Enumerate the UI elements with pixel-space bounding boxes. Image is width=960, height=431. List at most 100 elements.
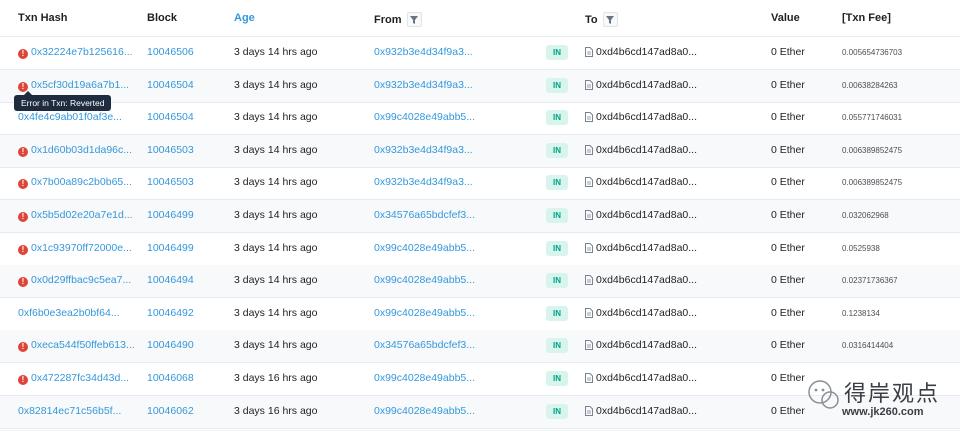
contract-icon xyxy=(585,405,593,416)
txn-hash-link[interactable]: 0x82814ec71c56b5f... xyxy=(18,405,121,417)
txn-hash-cell: 0xf6b0e3ea2b0bf64... xyxy=(18,307,120,319)
block-link[interactable]: 10046499 xyxy=(147,209,194,221)
txn-hash-link[interactable]: 0x5b5d02e20a7e1d... xyxy=(31,209,133,221)
header-txn-hash: Txn Hash xyxy=(18,12,68,24)
contract-icon xyxy=(585,373,593,383)
direction-badge: IN xyxy=(546,175,568,191)
to-address-cell: 0xd4b6cd147ad8a0... xyxy=(585,176,697,188)
to-address-text: 0xd4b6cd147ad8a0... xyxy=(596,306,698,319)
error-icon[interactable]: ! xyxy=(18,49,28,59)
txn-hash-link[interactable]: 0xf6b0e3ea2b0bf64... xyxy=(18,307,120,319)
block-link[interactable]: 10046503 xyxy=(147,144,194,156)
header-value: Value xyxy=(771,12,800,24)
filter-icon[interactable] xyxy=(406,12,422,27)
block-link[interactable]: 10046494 xyxy=(147,274,194,286)
txn-hash-link[interactable]: 0x0d29ffbac9c5ea7... xyxy=(31,274,131,286)
txn-hash-link[interactable]: 0x1c93970ff72000e... xyxy=(31,242,132,254)
contract-icon xyxy=(585,47,593,57)
block-link[interactable]: 10046506 xyxy=(147,46,194,58)
txn-fee-cell: 0.005654736703 xyxy=(842,48,903,57)
value-cell: 0 Ether xyxy=(771,306,805,319)
txn-fee-cell: 0.055771746031 xyxy=(842,113,903,123)
txn-hash-link[interactable]: 0x1d60b03d1da96c... xyxy=(31,144,132,156)
from-address-link[interactable]: 0x99c4028e49abb5... xyxy=(374,111,475,123)
block-link[interactable]: 10046504 xyxy=(147,79,194,91)
txn-fee-cell: 0.032062968 xyxy=(842,211,889,220)
txn-hash-cell: ! 0x1d60b03d1da96c... xyxy=(18,144,132,157)
header-age[interactable]: Age xyxy=(234,12,255,24)
contract-icon xyxy=(585,210,593,220)
error-icon[interactable]: ! xyxy=(18,244,28,255)
txn-hash-link[interactable]: 0x472287fc34d43d... xyxy=(31,372,129,384)
block-link[interactable]: 10046490 xyxy=(147,339,194,351)
from-address-link[interactable]: 0x932b3e4d34f9a3... xyxy=(374,176,473,188)
txn-hash-cell: ! 0x1c93970ff72000e... xyxy=(18,242,132,255)
from-address-link[interactable]: 0x99c4028e49abb5... xyxy=(374,242,475,254)
value-cell: 0 Ether xyxy=(771,404,805,417)
block-link[interactable]: 10046503 xyxy=(147,176,194,188)
from-address-link[interactable]: 0x932b3e4d34f9a3... xyxy=(374,79,473,91)
block-link[interactable]: 10046504 xyxy=(147,111,194,123)
from-address-link[interactable]: 0x932b3e4d34f9a3... xyxy=(374,46,473,58)
to-address-cell: 0xd4b6cd147ad8a0... xyxy=(585,339,697,351)
header-txn-fee[interactable]: [Txn Fee] xyxy=(842,12,891,24)
to-address-cell: 0xd4b6cd147ad8a0... xyxy=(585,209,697,221)
age-cell: 3 days 14 hrs ago xyxy=(234,209,318,221)
table-row: ! 0x5b5d02e20a7e1d... 10046499 3 days 14 hr… xyxy=(0,200,960,233)
block-link[interactable]: 10046062 xyxy=(147,405,194,417)
value-cell: 0 Ether xyxy=(771,209,805,221)
value-cell: 0 Ether xyxy=(771,274,805,287)
age-cell: 3 days 14 hrs ago xyxy=(234,143,318,156)
error-icon[interactable]: ! xyxy=(18,277,28,288)
value-cell: 0 Ether xyxy=(771,372,805,384)
filter-icon[interactable] xyxy=(602,12,618,27)
to-address-cell: 0xd4b6cd147ad8a0... xyxy=(585,144,697,156)
watermark: 得岸观点 www.jk260.com xyxy=(802,370,952,426)
error-icon[interactable]: ! xyxy=(18,146,28,157)
table-row: ! 0x1d60b03d1da96c... 10046503 3 days 14 hr… xyxy=(0,134,960,168)
error-icon[interactable]: ! xyxy=(18,375,28,385)
txn-hash-link[interactable]: 0x4fe4c9ab01f0af3e... xyxy=(18,111,122,123)
direction-badge: IN xyxy=(546,371,568,386)
block-link[interactable]: 10046499 xyxy=(147,242,194,254)
error-icon[interactable]: ! xyxy=(18,179,28,190)
value-cell: 0 Ether xyxy=(771,176,805,189)
txn-hash-cell: 0x82814ec71c56b5f... xyxy=(18,405,121,417)
from-address-link[interactable]: 0x99c4028e49abb5... xyxy=(374,274,475,286)
txn-hash-link[interactable]: 0x32224e7b125616... xyxy=(31,46,133,58)
to-address-cell: 0xd4b6cd147ad8a0... xyxy=(585,372,697,384)
direction-badge: IN xyxy=(546,403,568,419)
to-address-text: 0xd4b6cd147ad8a0... xyxy=(596,46,698,58)
direction-badge: IN xyxy=(546,142,568,158)
from-address-link[interactable]: 0x34576a65bdcfef3... xyxy=(374,339,475,351)
transactions-table: Txn Hash Block Age From To Value [Txn Fe… xyxy=(0,0,960,430)
txn-fee-cell: 0.0316414404 xyxy=(842,341,894,351)
age-cell: 3 days 14 hrs ago xyxy=(234,46,318,58)
txn-hash-link[interactable]: 0x5cf30d19a6a7b1... xyxy=(31,79,129,91)
contract-icon xyxy=(585,177,593,188)
header-to: To xyxy=(585,12,618,27)
error-icon[interactable]: ! xyxy=(18,212,28,222)
txn-hash-link[interactable]: 0x7b00a89c2b0b65... xyxy=(31,176,132,188)
from-address-link[interactable]: 0x99c4028e49abb5... xyxy=(374,372,475,384)
txn-hash-cell: ! 0x5b5d02e20a7e1d... xyxy=(18,209,133,222)
header-block: Block xyxy=(147,12,177,24)
direction-badge: IN xyxy=(546,240,568,256)
block-link[interactable]: 10046492 xyxy=(147,307,194,319)
to-address-text: 0xd4b6cd147ad8a0... xyxy=(596,143,698,156)
value-cell: 0 Ether xyxy=(771,241,805,254)
txn-hash-cell: ! 0xeca544f50ffeb613... xyxy=(18,339,135,353)
contract-icon xyxy=(585,144,593,155)
value-cell: 0 Ether xyxy=(771,143,805,156)
from-address-link[interactable]: 0x99c4028e49abb5... xyxy=(374,307,475,319)
table-row: ! 0x1c93970ff72000e... 10046499 3 days 14 h… xyxy=(0,233,960,266)
block-link[interactable]: 10046068 xyxy=(147,372,194,384)
to-address-text: 0xd4b6cd147ad8a0... xyxy=(596,111,698,124)
from-address-link[interactable]: 0x34576a65bdcfef3... xyxy=(374,209,475,221)
error-icon[interactable]: ! xyxy=(18,342,28,353)
from-address-link[interactable]: 0x932b3e4d34f9a3... xyxy=(374,144,473,156)
to-address-cell: 0xd4b6cd147ad8a0... xyxy=(585,274,697,286)
txn-hash-link[interactable]: 0xeca544f50ffeb613... xyxy=(31,339,135,351)
to-address-text: 0xd4b6cd147ad8a0... xyxy=(596,78,698,91)
from-address-link[interactable]: 0x99c4028e49abb5... xyxy=(374,405,475,417)
